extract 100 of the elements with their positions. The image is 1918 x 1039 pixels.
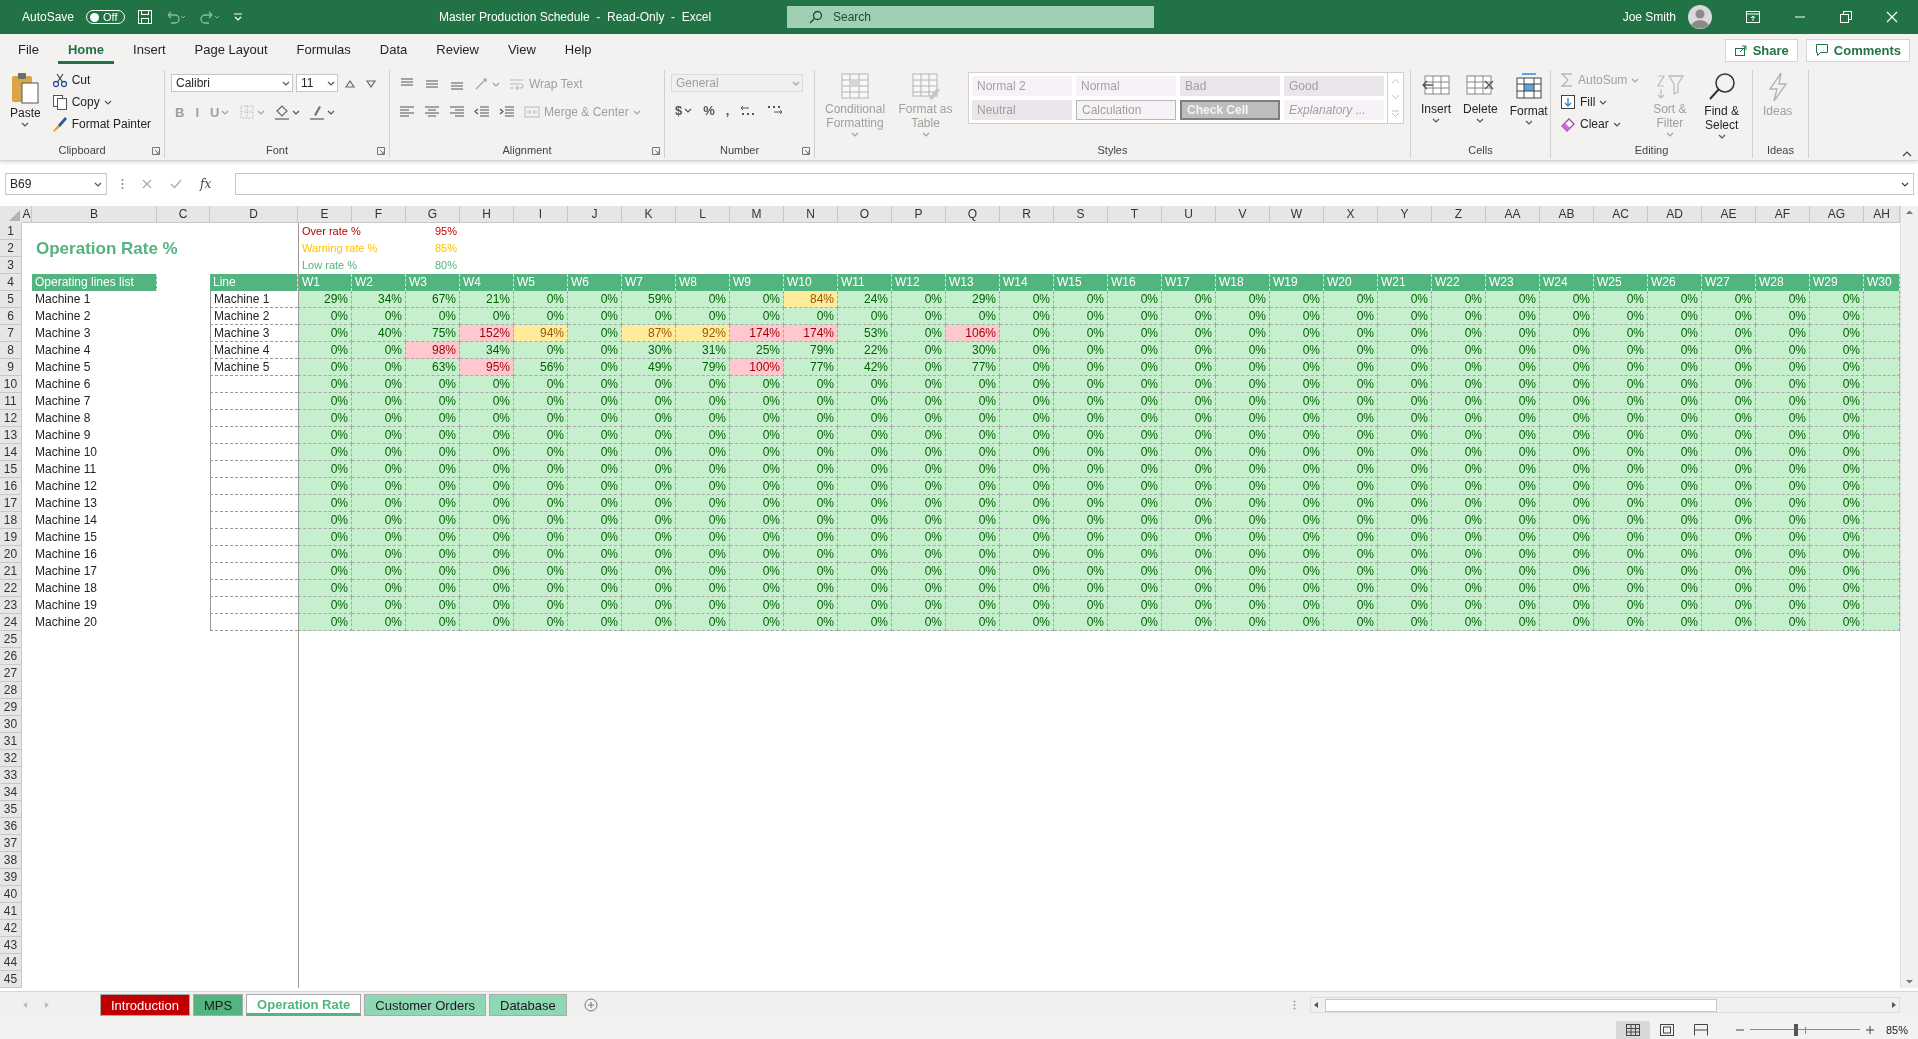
row-number[interactable]: 18 [0,512,22,529]
ribbon-button[interactable]: Insert [1417,70,1455,125]
row-number[interactable]: 38 [0,852,22,869]
zoom-in-icon[interactable] [1865,1025,1874,1034]
horizontal-scrollbar[interactable] [1310,997,1900,1013]
column-header[interactable]: L [676,206,730,223]
row-number[interactable]: 24 [0,614,22,631]
column-header[interactable]: C [157,206,210,223]
row-number[interactable]: 20 [0,546,22,563]
row-number[interactable]: 1 [0,223,22,240]
normal-view-button[interactable] [1615,1020,1650,1039]
row-number[interactable]: 41 [0,903,22,920]
vertical-scrollbar[interactable] [1900,206,1918,988]
launcher-icon[interactable] [152,147,160,155]
more-options-icon[interactable] [121,178,124,190]
row-number[interactable]: 7 [0,325,22,342]
zoom-level[interactable]: 85% [1885,1023,1908,1036]
row-number[interactable]: 13 [0,427,22,444]
user-name[interactable]: Joe Smith [1622,10,1676,24]
formula-field[interactable] [235,173,1914,195]
collapse-ribbon-icon[interactable] [1902,151,1912,157]
row-number[interactable]: 12 [0,410,22,427]
row-number[interactable]: 33 [0,767,22,784]
launcher-icon[interactable] [652,147,660,155]
toolbar-button[interactable]: $ [671,100,697,120]
column-header[interactable]: F [352,206,406,223]
name-box[interactable]: B69 [5,173,107,195]
row-number[interactable]: 34 [0,784,22,801]
column-header[interactable]: N [784,206,838,223]
row-number[interactable]: 17 [0,495,22,512]
row-number[interactable]: 21 [0,563,22,580]
row-number[interactable]: 29 [0,699,22,716]
ribbon-button[interactable]: Format Painter [48,114,155,134]
ribbon-tab[interactable]: View [497,36,546,64]
column-header[interactable]: D [210,206,298,223]
column-header[interactable]: AE [1702,206,1756,223]
row-number[interactable]: 36 [0,818,22,835]
column-header[interactable]: AH [1864,206,1900,223]
column-header[interactable]: P [892,206,946,223]
column-header[interactable]: O [838,206,892,223]
select-all-icon[interactable] [0,206,22,223]
toolbar-button[interactable]: , [721,100,734,120]
ribbon-button[interactable]: Fill [1557,92,1643,112]
add-sheet-icon[interactable] [583,998,598,1012]
row-number[interactable]: 22 [0,580,22,597]
row-number[interactable]: 16 [0,478,22,495]
redo-icon[interactable] [198,10,221,24]
column-header[interactable]: X [1324,206,1378,223]
ribbon-button[interactable]: Paste [6,70,45,129]
launcher-icon[interactable] [802,147,810,155]
row-number[interactable]: 15 [0,461,22,478]
row-number[interactable]: 14 [0,444,22,461]
close-icon[interactable] [1886,11,1898,23]
ribbon-tab[interactable]: Page Layout [184,36,278,64]
row-number[interactable]: 30 [0,716,22,733]
row-number[interactable]: 35 [0,801,22,818]
column-header[interactable]: K [622,206,676,223]
launcher-icon[interactable] [377,147,385,155]
row-number[interactable]: 3 [0,257,22,274]
ribbon-button[interactable]: Format [1505,70,1552,127]
column-header[interactable]: J [568,206,622,223]
column-header[interactable]: I [514,206,568,223]
customize-icon[interactable] [232,12,243,22]
comments-button[interactable]: Comments [1805,38,1910,62]
row-number[interactable]: 25 [0,631,22,648]
row-number[interactable]: 43 [0,937,22,954]
ribbon-tab[interactable]: Help [554,36,602,64]
column-header[interactable]: AB [1540,206,1594,223]
slider-thumb[interactable] [1794,1023,1799,1036]
column-header[interactable]: M [730,206,784,223]
ribbon-display-icon[interactable] [1746,11,1760,23]
sheet-tab[interactable]: Customer Orders [364,994,486,1016]
toolbar-button[interactable]: % [699,100,719,120]
column-header[interactable]: Y [1378,206,1432,223]
column-header[interactable]: V [1216,206,1270,223]
column-header[interactable]: E [298,206,352,223]
row-number[interactable]: 42 [0,920,22,937]
row-number[interactable]: 39 [0,869,22,886]
ribbon-button[interactable]: Cut [48,70,155,90]
row-number[interactable]: 32 [0,750,22,767]
cancel-icon[interactable] [142,179,152,189]
row-number[interactable]: 40 [0,886,22,903]
row-number[interactable]: 8 [0,342,22,359]
row-number[interactable]: 10 [0,376,22,393]
column-header[interactable]: Z [1432,206,1486,223]
row-number[interactable]: 11 [0,393,22,410]
row-number[interactable]: 26 [0,648,22,665]
row-number[interactable]: 5 [0,291,22,308]
column-header[interactable]: AD [1648,206,1702,223]
column-header[interactable]: H [460,206,514,223]
column-header[interactable]: AF [1756,206,1810,223]
insert-function-button[interactable]: fx [200,177,212,191]
row-number[interactable]: 23 [0,597,22,614]
ribbon-tab[interactable]: Data [369,36,418,64]
search-field[interactable]: Search [787,6,1154,28]
sheet-tab[interactable]: MPS [192,994,244,1016]
row-number[interactable]: 31 [0,733,22,750]
column-header[interactable]: W [1270,206,1324,223]
column-header[interactable]: G [406,206,460,223]
ribbon-button[interactable]: Delete [1459,70,1502,125]
